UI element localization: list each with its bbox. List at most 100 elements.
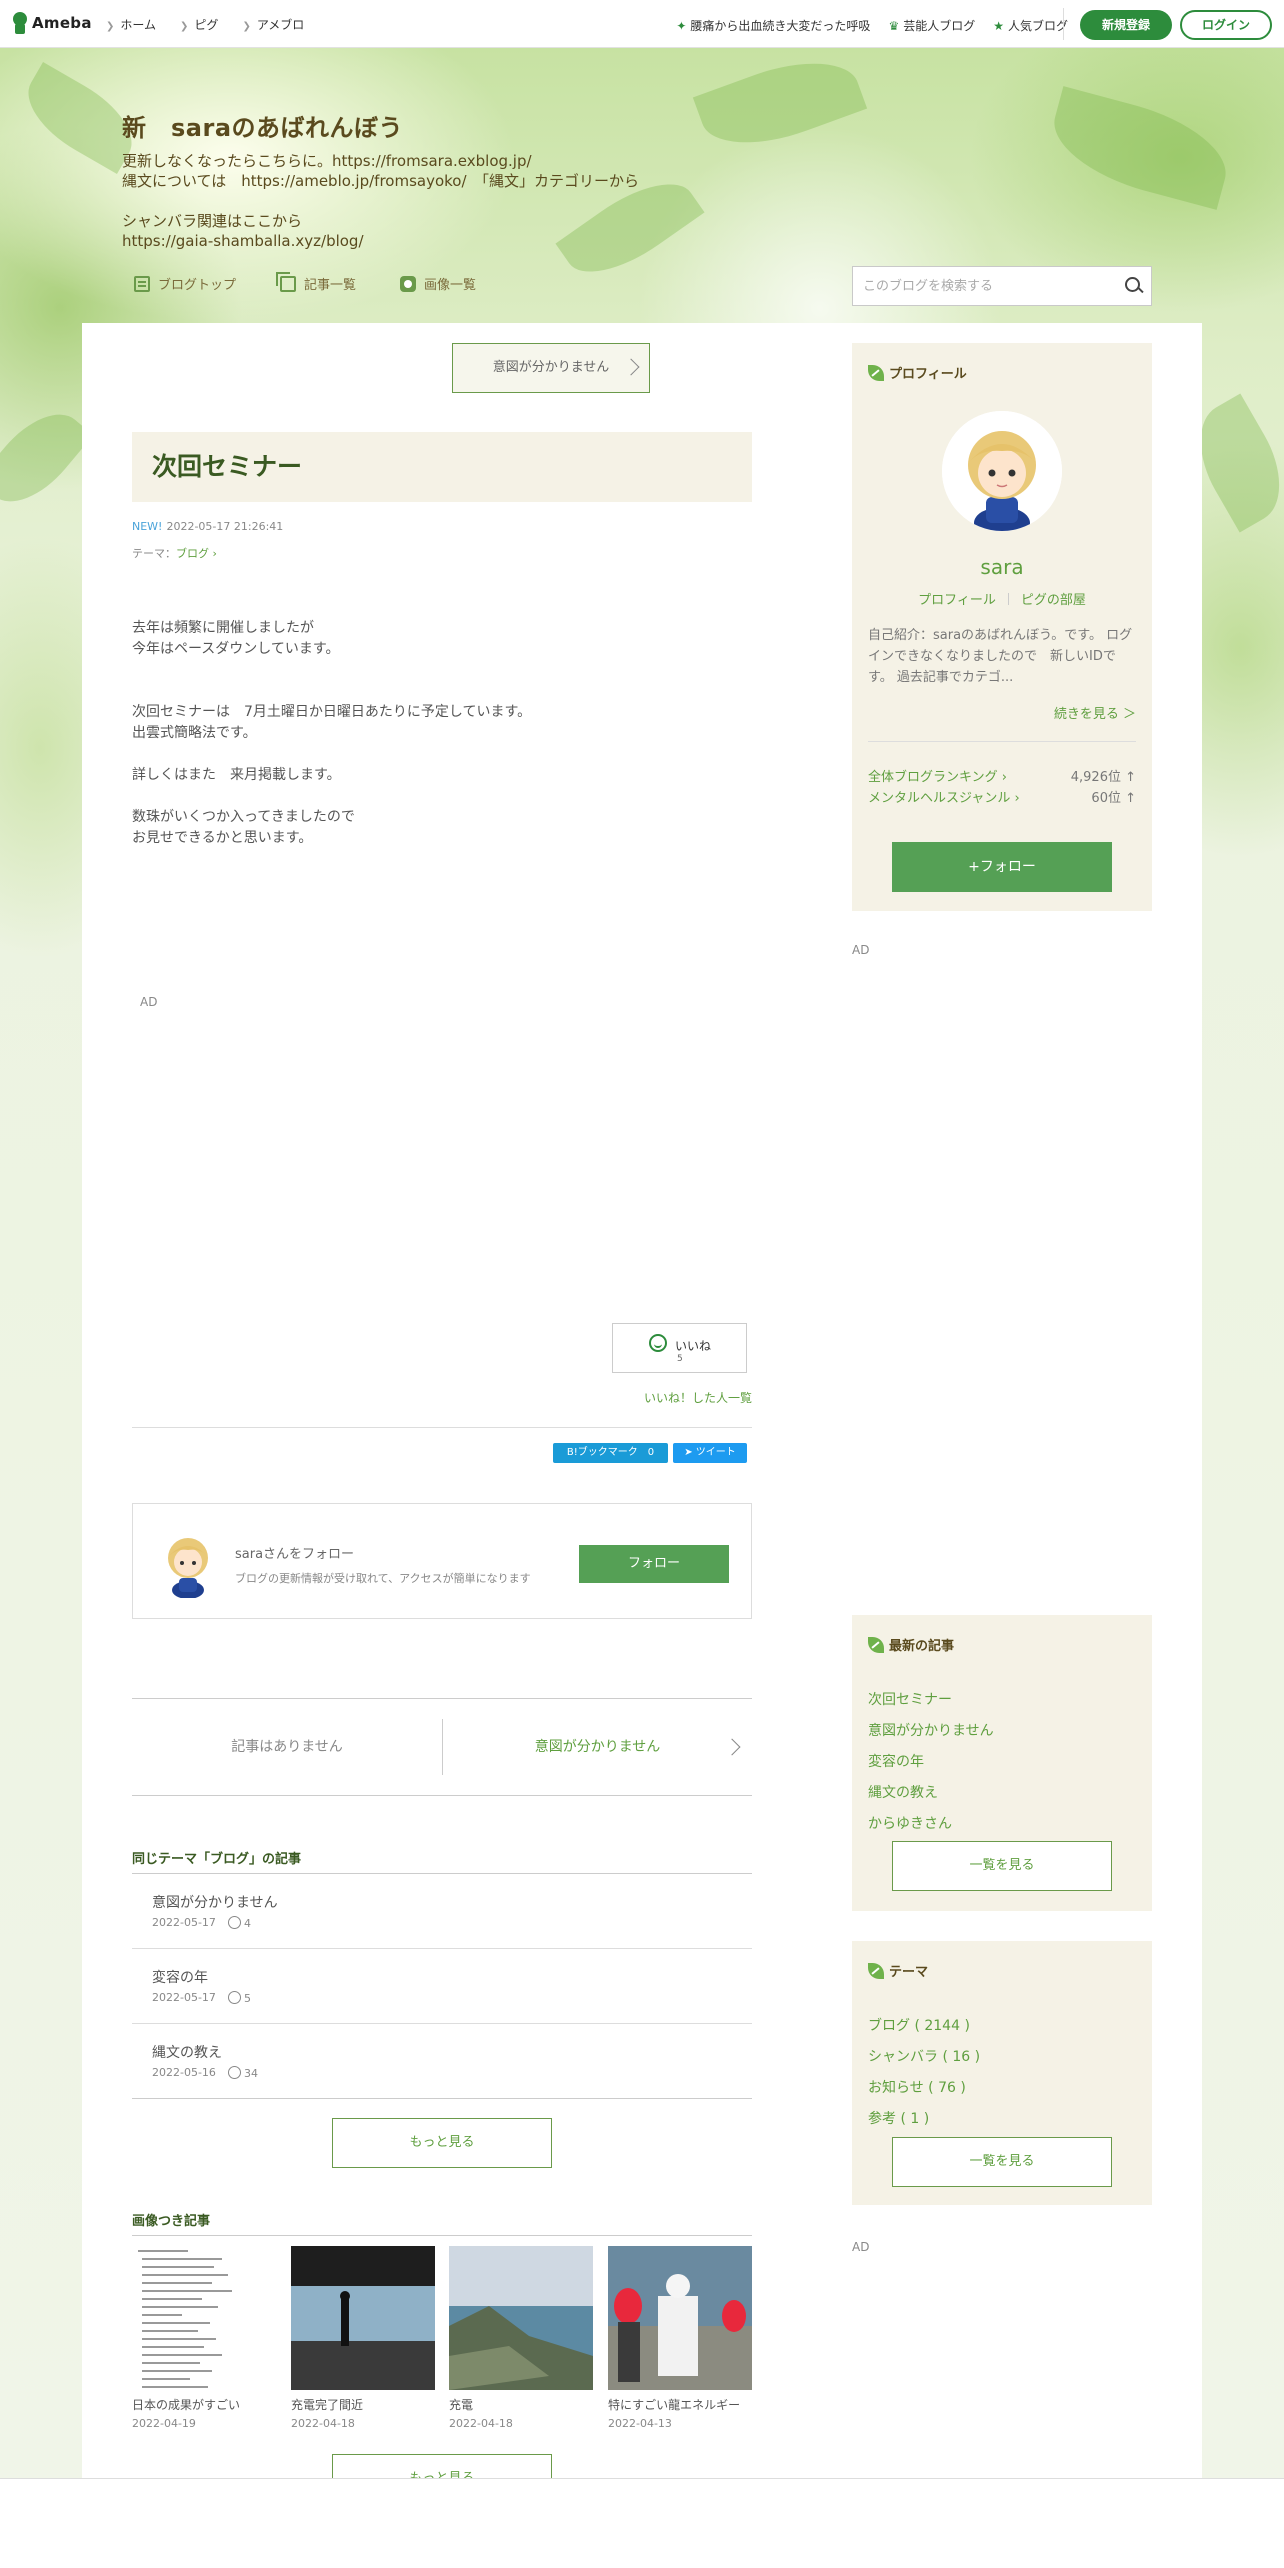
search-input[interactable] <box>853 267 1113 305</box>
new-badge: NEW! <box>132 520 163 533</box>
list-item[interactable]: 縄文の教え 2022-05-16 34 <box>132 2024 752 2099</box>
theme-link[interactable]: ブログ <box>176 547 209 560</box>
article-date: 2022-04-18 <box>291 2417 355 2430</box>
ranking-overall-link[interactable]: 全体ブログランキング › <box>868 770 1007 785</box>
sparkle-icon: ✦ <box>676 19 687 33</box>
chevron-right-icon: › <box>1014 791 1020 806</box>
nav-pigg[interactable]: ❯ ピグ <box>180 16 218 33</box>
ameba-logo[interactable]: Ameba <box>12 12 92 34</box>
sidebar-follow-button[interactable]: +フォロー <box>892 842 1112 892</box>
image-article[interactable]: 特にすごい龍エネルギー 2022-04-13 <box>608 2246 752 2430</box>
nav-blog-top[interactable]: ブログトップ <box>134 274 236 293</box>
pager-next[interactable]: 意図が分かりません <box>443 1699 752 1795</box>
related-more-button[interactable]: もっと見る <box>332 2118 552 2168</box>
article-caption: 日本の成果がすごい <box>132 2398 241 2412</box>
related-date: 2022-05-17 <box>152 1991 216 2004</box>
crown-icon: ♛ <box>888 19 900 33</box>
nav-entry-list[interactable]: 記事一覧 <box>276 271 357 293</box>
ranking-genre: メンタルヘルスジャンル › 60位 ↑ <box>868 787 1136 806</box>
tweet-button[interactable]: ➤ ツイート <box>673 1443 747 1463</box>
star-icon: ★ <box>993 19 1004 33</box>
blog-description: 更新しなくなったらこちらに。https://fromsara.exblog.jp… <box>122 151 842 251</box>
article-thumbnail <box>608 2246 752 2390</box>
theme-link[interactable]: お知らせ ( 76 ) <box>868 2073 980 2104</box>
profile-name[interactable]: sara <box>852 555 1152 579</box>
latest-entry-link[interactable]: 変容の年 <box>868 1747 994 1778</box>
nav-image-list[interactable]: 画像一覧 <box>400 274 476 293</box>
like-label: いいね <box>675 1339 712 1353</box>
latest-entry-link[interactable]: 次回セミナー <box>868 1685 994 1716</box>
trending-link-label: 腰痛から出血続き大変だった呼吸 <box>690 19 871 33</box>
profile-link[interactable]: プロフィール <box>918 593 996 608</box>
nav-home[interactable]: ❯ ホーム <box>106 16 156 33</box>
pigg-room-link[interactable]: ピグの部屋 <box>1021 593 1086 608</box>
login-button[interactable]: ログイン <box>1180 10 1272 40</box>
nav-home-label: ホーム <box>120 18 157 32</box>
theme-link[interactable]: ブログ ( 2144 ) <box>868 2011 980 2042</box>
themes-view-all-button[interactable]: 一覧を見る <box>892 2137 1112 2187</box>
celebrity-blog-link[interactable]: ♛ 芸能人ブログ <box>888 17 975 34</box>
bookmark-button[interactable]: B!ブックマーク 0 <box>553 1443 668 1463</box>
divider <box>868 741 1136 742</box>
search-icon[interactable] <box>1113 267 1151 305</box>
nav-ameblo-label: アメブロ <box>256 18 305 32</box>
link-divider <box>1007 593 1009 605</box>
profile-heading: プロフィール <box>868 363 967 382</box>
latest-view-all-button[interactable]: 一覧を見る <box>892 1841 1112 1891</box>
body-line <box>132 786 752 807</box>
body-line <box>132 660 752 681</box>
ameba-logo-icon <box>12 12 28 34</box>
copy-icon <box>276 271 297 292</box>
ranking-genre-value: 60位 ↑ <box>1091 791 1136 806</box>
list-item[interactable]: 意図が分かりません 2022-05-17 4 <box>132 1874 752 1949</box>
related-date: 2022-05-17 <box>152 1916 216 1929</box>
entry-body: 去年は頻繁に開催しましたが 今年はペースダウンしています。 次回セミナーは 7月… <box>132 618 752 849</box>
leaf-decoration <box>0 396 94 520</box>
entry-datetime: 2022-05-17 21:26:41 <box>166 520 284 533</box>
likers-link[interactable]: いいね！した人一覧 <box>644 1389 752 1406</box>
profile-more-link[interactable]: 続きを見る ＞ <box>1054 703 1136 722</box>
article-caption: 充電完了間近 <box>291 2398 364 2412</box>
list-item[interactable]: 変容の年 2022-05-17 5 <box>132 1949 752 2024</box>
image-article[interactable]: 日本の成果がすごい 2022-04-19 <box>132 2246 276 2430</box>
profile-heading-label: プロフィール <box>889 367 967 382</box>
popular-blog-link[interactable]: ★ 人気ブログ <box>993 17 1068 34</box>
latest-entry-link[interactable]: 縄文の教え <box>868 1778 994 1809</box>
like-button[interactable]: いいね 5 <box>612 1323 747 1373</box>
image-article[interactable]: 充電 2022-04-18 <box>449 2246 593 2430</box>
ranking-overall-label: 全体ブログランキング <box>868 770 998 785</box>
blog-title[interactable]: 新 saraのあばれんぼう <box>122 108 842 143</box>
pager-next-label: 意図が分かりません <box>534 1739 661 1755</box>
body-line: 出雲式簡略法です。 <box>132 725 257 741</box>
register-button[interactable]: 新規登録 <box>1080 10 1172 40</box>
header-divider <box>1063 8 1064 40</box>
ranking-genre-link[interactable]: メンタルヘルスジャンル › <box>868 791 1020 806</box>
pager-prev: 記事はありません <box>231 1739 343 1755</box>
blog-header: 新 saraのあばれんぼう 更新しなくなったらこちらに。https://from… <box>122 108 842 251</box>
chevron-right-icon <box>622 358 640 376</box>
nav-ameblo[interactable]: ❯ アメブロ <box>242 16 304 33</box>
body-line <box>132 744 752 765</box>
related-date: 2022-05-16 <box>152 2066 216 2079</box>
follow-card-subtext: ブログの更新情報が受け取れて、アクセスが簡単になります <box>235 1572 531 1585</box>
image-article[interactable]: 充電完了間近 2022-04-18 <box>291 2246 435 2430</box>
entry-title[interactable]: 次回セミナー <box>132 432 752 502</box>
body-line: お見せできるかと思います。 <box>132 830 313 846</box>
tweet-label: ツイート <box>695 1447 736 1458</box>
latest-entry-link[interactable]: 意図が分かりません <box>868 1716 994 1747</box>
article-caption: 特にすごい龍エネルギー <box>608 2398 741 2412</box>
avatar[interactable] <box>942 411 1062 531</box>
theme-link[interactable]: シャンバラ ( 16 ) <box>868 2042 980 2073</box>
entry-meta: NEW! 2022-05-17 21:26:41 <box>132 520 283 533</box>
global-header: Ameba ❯ ホーム ❯ ピグ ❯ アメブロ ✦ 腰痛から出血続き大変だった呼吸 ♛ 芸… <box>0 0 1284 48</box>
prev-entry-button[interactable]: 意図が分かりません <box>452 343 650 393</box>
footer <box>0 2478 1284 2568</box>
trending-link[interactable]: ✦ 腰痛から出血続き大変だった呼吸 <box>676 17 870 34</box>
theme-link[interactable]: 参考 ( 1 ) <box>868 2104 980 2135</box>
follow-button[interactable]: フォロー <box>579 1545 729 1583</box>
celebrity-blog-label: 芸能人ブログ <box>903 19 976 33</box>
latest-entry-link[interactable]: からゆきさん <box>868 1809 994 1840</box>
nav-entry-list-label: 記事一覧 <box>304 278 357 293</box>
document-icon <box>134 275 150 292</box>
leaf-decoration <box>1042 86 1238 210</box>
